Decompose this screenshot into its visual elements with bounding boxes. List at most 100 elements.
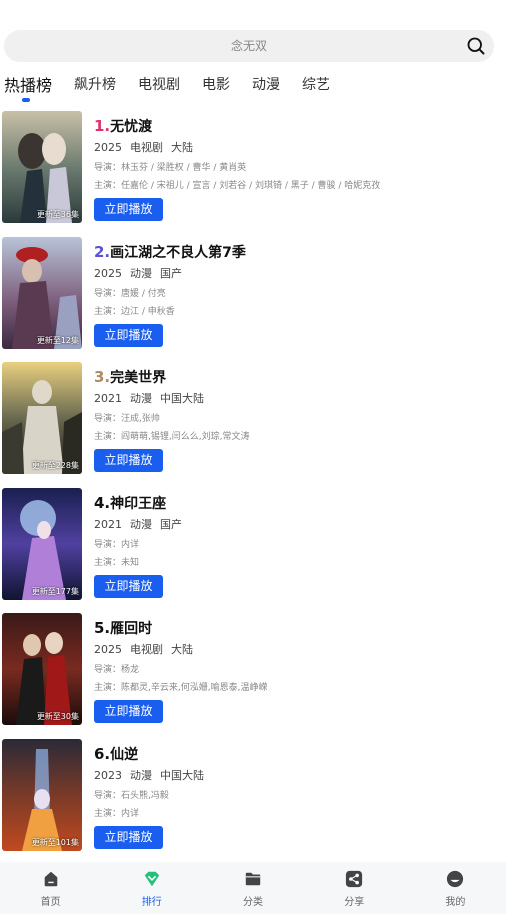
nav-home[interactable]: 首页 bbox=[0, 862, 101, 914]
nav-category[interactable]: 分类 bbox=[202, 862, 303, 914]
list-item[interactable]: 更新至101集 6.仙逆 2023 动漫 中国大陆 导演：石头熊,冯毅 主演：内详 … bbox=[0, 738, 506, 864]
item-title[interactable]: 3.完美世界 bbox=[94, 367, 498, 389]
bottom-nav: 首页 排行 分类 分享 我的 bbox=[0, 862, 506, 914]
tab-movie[interactable]: 电影 bbox=[202, 70, 230, 94]
item-title[interactable]: 2.画江湖之不良人第7季 bbox=[94, 242, 498, 264]
cast-line: 主演：未知 bbox=[94, 557, 140, 568]
page: { "search": { "placeholder": "念无双" }, "t… bbox=[0, 0, 506, 914]
item-meta: 2025 电视剧 大陆 bbox=[94, 139, 498, 159]
tab-anime[interactable]: 动漫 bbox=[252, 70, 280, 94]
play-button[interactable]: 立即播放 bbox=[94, 825, 163, 849]
item-meta: 2025 动漫 国产 bbox=[94, 265, 498, 285]
category-tabs: 热播榜 飙升榜 电视剧 电影 动漫 综艺 bbox=[4, 70, 352, 106]
rank-number: 2. bbox=[94, 242, 111, 261]
tab-rising[interactable]: 飙升榜 bbox=[74, 70, 116, 94]
item-title[interactable]: 4.神印王座 bbox=[94, 493, 498, 515]
tab-tv[interactable]: 电视剧 bbox=[138, 70, 180, 94]
year: 2023 bbox=[94, 768, 122, 782]
nav-share[interactable]: 分享 bbox=[304, 862, 405, 914]
item-info: 6.仙逆 2023 动漫 中国大陆 导演：石头熊,冯毅 主演：内详 立即播放 bbox=[94, 744, 498, 849]
title-text: 画江湖之不良人第7季 bbox=[110, 244, 246, 261]
genre: 电视剧 bbox=[130, 141, 163, 154]
genre: 电视剧 bbox=[130, 643, 163, 656]
cast-line: 主演：任嘉伦 / 宋祖儿 / 宣言 / 刘若谷 / 刘琪锜 / 黑子 / 曹骏 … bbox=[94, 181, 381, 191]
poster-image[interactable]: 更新至228集 bbox=[2, 362, 82, 474]
play-button[interactable]: 立即播放 bbox=[94, 323, 163, 347]
search-bar[interactable] bbox=[4, 30, 494, 62]
nav-label: 分类 bbox=[243, 897, 263, 908]
genre: 动漫 bbox=[130, 768, 152, 782]
year: 2021 bbox=[94, 392, 122, 405]
nav-profile[interactable]: 我的 bbox=[405, 862, 506, 914]
title-text: 无忧渡 bbox=[110, 119, 153, 135]
region: 大陆 bbox=[171, 141, 193, 154]
nav-label: 分享 bbox=[344, 897, 365, 908]
rank-number: 5. bbox=[94, 619, 111, 637]
search-icon[interactable] bbox=[466, 36, 486, 56]
list-item[interactable]: 更新至12集 2.画江湖之不良人第7季 2025 动漫 国产 导演：唐媛 / 付亮 … bbox=[0, 236, 506, 362]
genre: 动漫 bbox=[130, 266, 152, 280]
nav-ranking[interactable]: 排行 bbox=[101, 862, 202, 914]
folder-icon bbox=[245, 872, 261, 886]
cast-line: 主演：阎萌萌,锡锂,闫么么,刘琮,常文涛 bbox=[94, 432, 250, 442]
list-item[interactable]: 更新至30集 5.雁回时 2025 电视剧 大陆 导演：杨龙 主演：陈都灵,辛云来,… bbox=[0, 612, 506, 738]
rank-number: 3. bbox=[94, 368, 111, 386]
rank-number: 1. bbox=[94, 117, 111, 135]
home-icon bbox=[44, 871, 57, 887]
item-meta: 2021 动漫 中国大陆 bbox=[94, 390, 498, 410]
director-line: 导演：内详 bbox=[94, 539, 140, 550]
year: 2025 bbox=[94, 141, 122, 154]
item-title[interactable]: 5.雁回时 bbox=[94, 618, 498, 640]
item-title[interactable]: 1.无忧渡 bbox=[94, 116, 498, 138]
region: 国产 bbox=[160, 517, 182, 531]
list-item[interactable]: 更新至177集 4.神印王座 2021 动漫 国产 导演：内详 主演：未知 立即播放 bbox=[0, 487, 506, 613]
item-title[interactable]: 6.仙逆 bbox=[94, 744, 498, 766]
poster-image[interactable]: 更新至101集 bbox=[2, 738, 82, 851]
update-badge: 更新至36集 bbox=[36, 210, 79, 219]
list-item[interactable]: 更新至228集 3.完美世界 2021 动漫 中国大陆 导演：汪成,张帅 主演：阎萌… bbox=[0, 361, 506, 487]
region: 中国大陆 bbox=[160, 768, 204, 782]
director-line: 导演：唐媛 / 付亮 bbox=[94, 288, 166, 299]
tab-variety[interactable]: 综艺 bbox=[302, 70, 330, 94]
year: 2025 bbox=[94, 643, 122, 656]
rank-number: 6. bbox=[94, 744, 111, 763]
region: 中国大陆 bbox=[160, 392, 204, 405]
item-info: 5.雁回时 2025 电视剧 大陆 导演：杨龙 主演：陈都灵,辛云来,何泓姗,喻恩泰… bbox=[94, 618, 498, 723]
year: 2021 bbox=[94, 517, 122, 531]
director-line: 导演：林玉芬 / 梁胜权 / 曹华 / 黄肖英 bbox=[94, 163, 247, 173]
play-button[interactable]: 立即播放 bbox=[94, 449, 163, 472]
item-meta: 2021 动漫 国产 bbox=[94, 516, 498, 536]
nav-label: 首页 bbox=[40, 897, 61, 908]
play-button[interactable]: 立即播放 bbox=[94, 198, 163, 221]
rank-number: 4. bbox=[94, 493, 111, 512]
genre: 动漫 bbox=[130, 392, 152, 405]
nav-label: 我的 bbox=[445, 897, 466, 908]
poster-image[interactable]: 更新至177集 bbox=[2, 487, 82, 600]
item-info: 2.画江湖之不良人第7季 2025 动漫 国产 导演：唐媛 / 付亮 主演：边江 /… bbox=[94, 242, 498, 347]
item-info: 4.神印王座 2021 动漫 国产 导演：内详 主演：未知 立即播放 bbox=[94, 493, 498, 598]
play-button[interactable]: 立即播放 bbox=[94, 700, 163, 723]
item-info: 1.无忧渡 2025 电视剧 大陆 导演：林玉芬 / 梁胜权 / 曹华 / 黄肖英 … bbox=[94, 116, 498, 221]
cast-line: 主演：边江 / 申秋香 bbox=[94, 306, 175, 317]
title-text: 仙逆 bbox=[110, 746, 139, 763]
item-meta: 2023 动漫 中国大陆 bbox=[94, 767, 498, 787]
title-text: 雁回时 bbox=[110, 621, 153, 637]
poster-image[interactable]: 更新至30集 bbox=[2, 613, 82, 725]
profile-icon bbox=[447, 870, 464, 888]
title-text: 神印王座 bbox=[110, 495, 167, 512]
item-meta: 2025 电视剧 大陆 bbox=[94, 641, 498, 661]
poster-image[interactable]: 更新至12集 bbox=[2, 236, 82, 349]
update-badge: 更新至228集 bbox=[31, 461, 79, 470]
region: 国产 bbox=[160, 266, 182, 280]
search-input[interactable] bbox=[4, 30, 494, 62]
list-item[interactable]: 更新至36集 1.无忧渡 2025 电视剧 大陆 导演：林玉芬 / 梁胜权 / 曹华… bbox=[0, 110, 506, 236]
update-badge: 更新至30集 bbox=[36, 712, 79, 721]
poster-image[interactable]: 更新至36集 bbox=[2, 111, 82, 223]
genre: 动漫 bbox=[130, 517, 152, 531]
play-button[interactable]: 立即播放 bbox=[94, 574, 163, 598]
item-info: 3.完美世界 2021 动漫 中国大陆 导演：汪成,张帅 主演：阎萌萌,锡锂,闫么么… bbox=[94, 367, 498, 472]
update-badge: 更新至12集 bbox=[36, 335, 79, 345]
director-line: 导演：汪成,张帅 bbox=[94, 414, 160, 424]
nav-label: 排行 bbox=[141, 897, 162, 908]
tab-hot[interactable]: 热播榜 bbox=[4, 70, 52, 102]
